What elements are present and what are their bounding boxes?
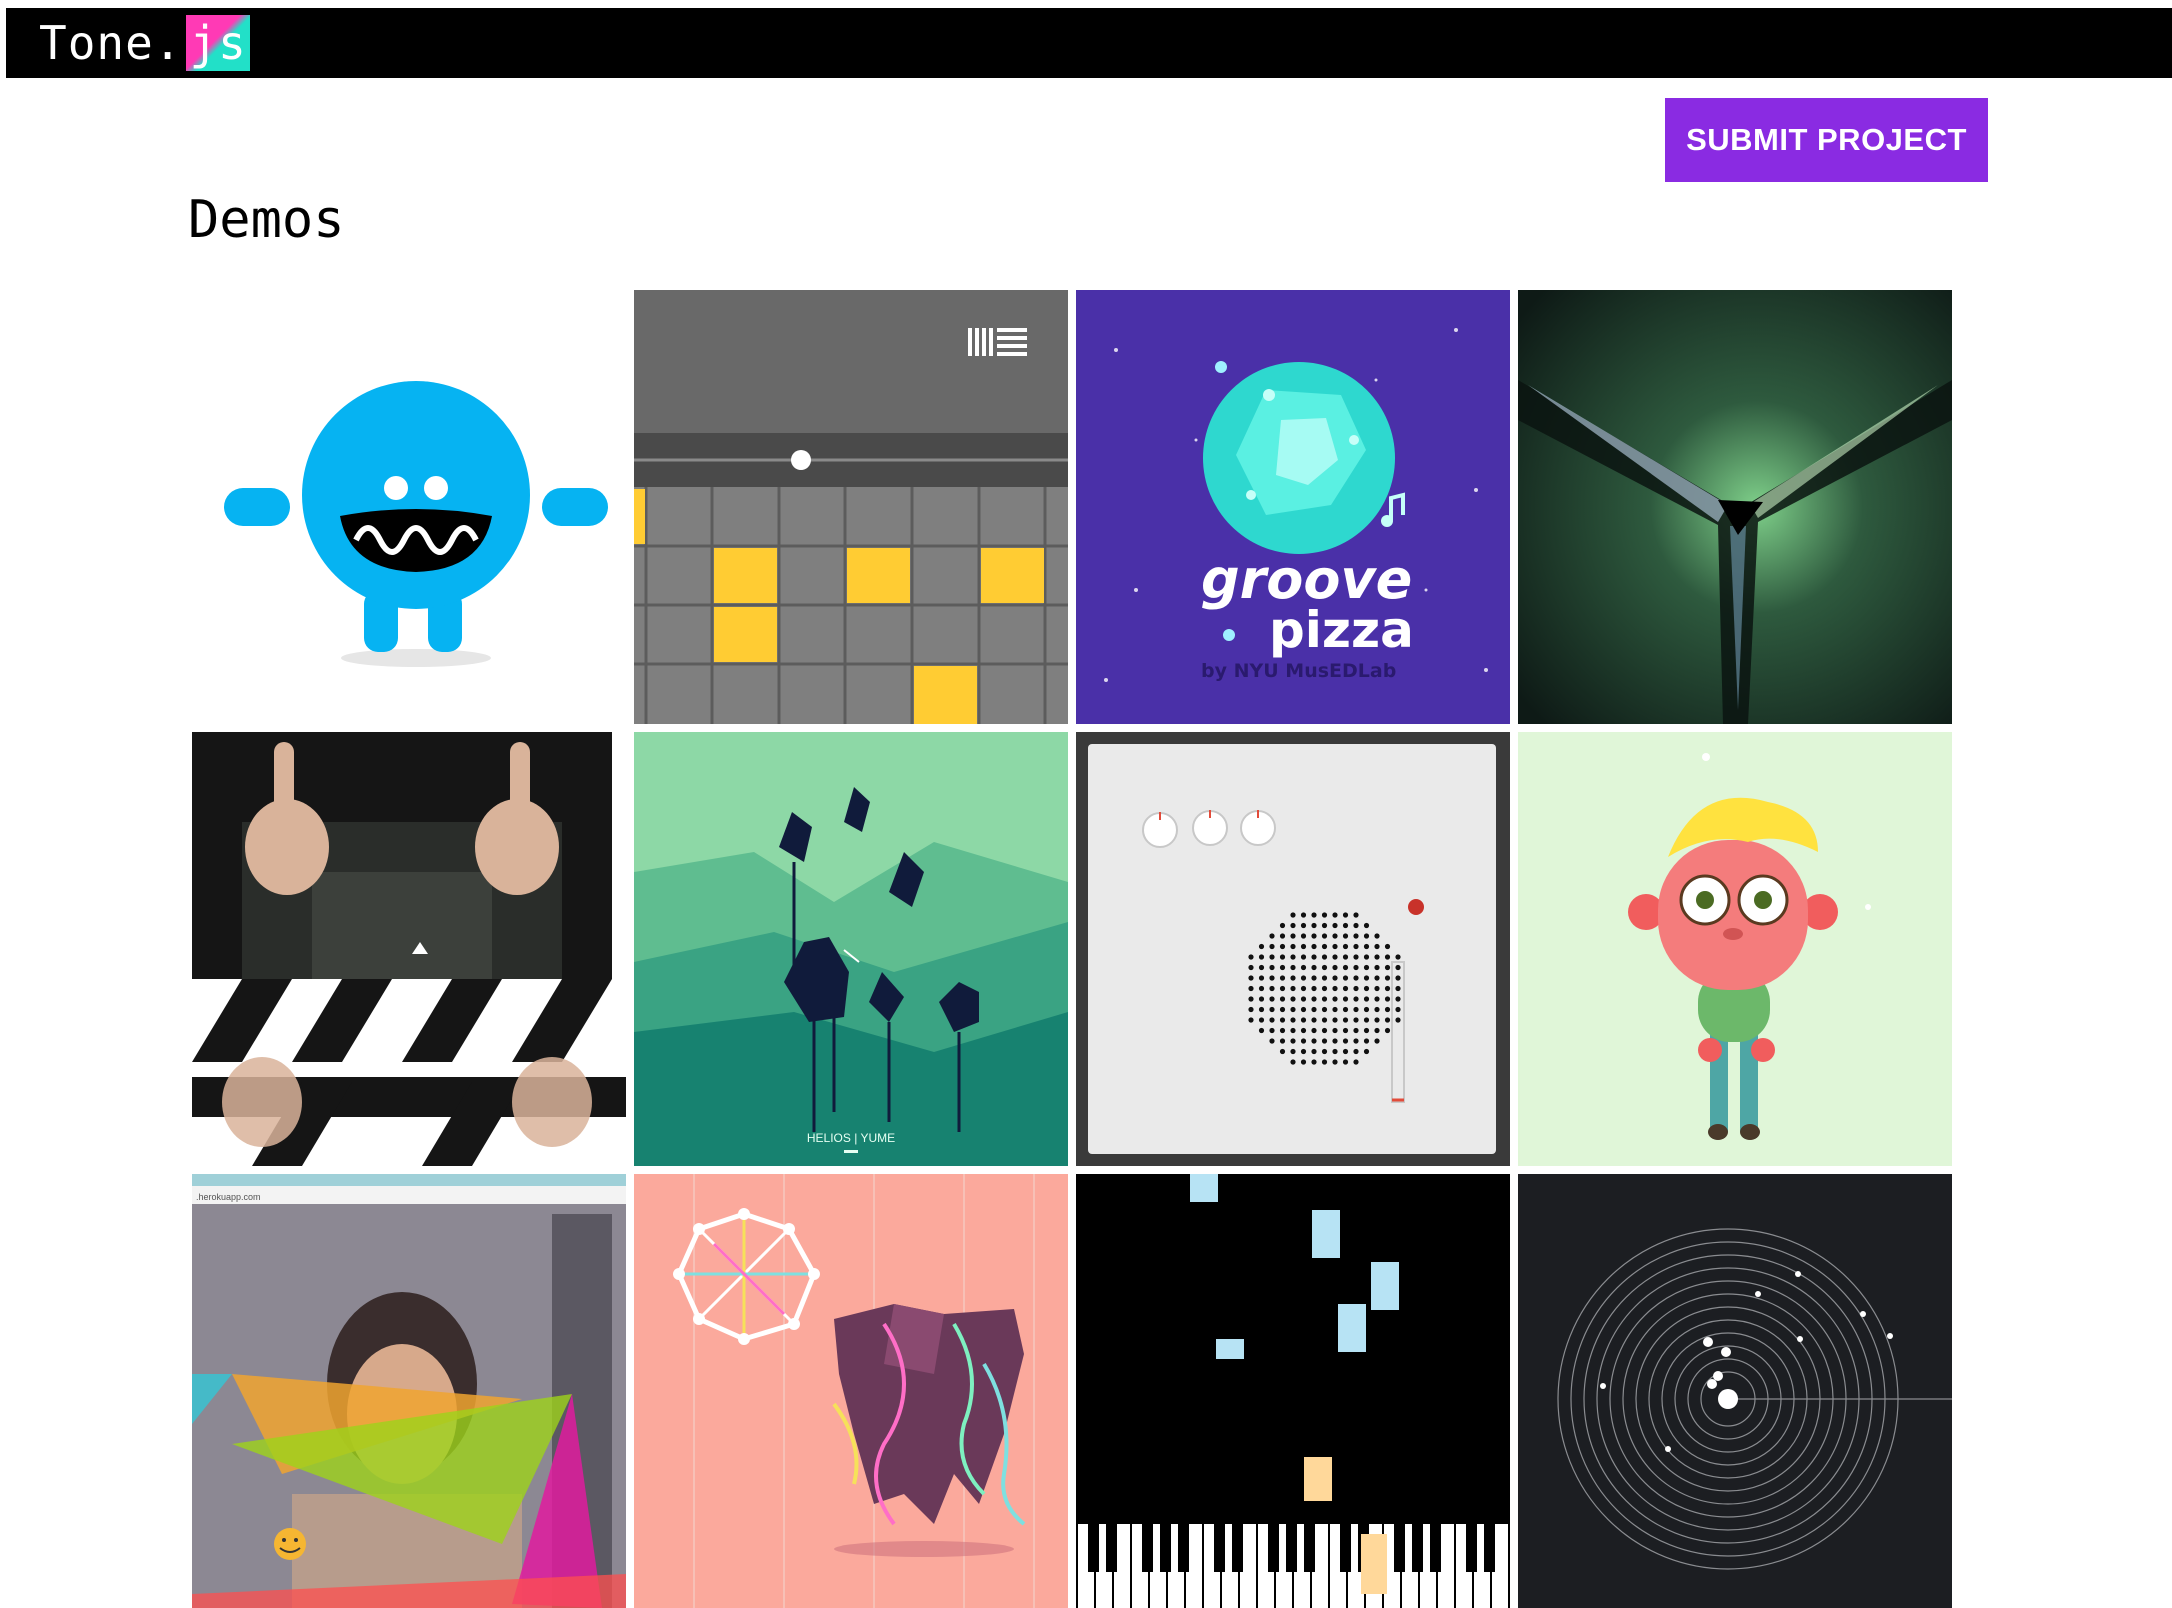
demo-tile-helios-yume[interactable]: HELIOS | YUME xyxy=(634,732,1068,1166)
submit-project-button[interactable]: SUBMIT PROJECT xyxy=(1665,98,1988,182)
webcam-triangles-thumbnail: .herokuapp.com xyxy=(192,1174,626,1608)
cartoon-character-thumbnail xyxy=(1518,732,1952,1166)
geometric-creature-thumbnail xyxy=(634,1174,1068,1608)
logo-text: Tone. xyxy=(39,16,183,70)
demo-tile-thumbs-up[interactable] xyxy=(192,732,626,1166)
demo-tile-groove-pizza[interactable]: groove pizza by NYU MusEDLab xyxy=(1076,290,1510,724)
top-bar: Tone. js xyxy=(6,8,2172,78)
demo-tile-blue-monster[interactable] xyxy=(192,290,626,724)
step-sequencer-thumbnail xyxy=(634,290,1068,724)
demo-tile-step-sequencer[interactable] xyxy=(634,290,1068,724)
radio-speaker-thumbnail xyxy=(1076,732,1510,1166)
blue-monster-thumbnail xyxy=(192,290,626,724)
groove-pizza-byline: by NYU MusEDLab xyxy=(1201,660,1396,682)
piano-falling-notes-thumbnail xyxy=(1076,1174,1510,1608)
logo-js-badge: js xyxy=(186,15,250,71)
demo-tile-orbit-circles[interactable] xyxy=(1518,1174,1952,1608)
demo-tile-cartoon-character[interactable] xyxy=(1518,732,1952,1166)
groove-pizza-thumbnail: groove pizza by NYU MusEDLab xyxy=(1076,290,1510,724)
demo-tile-piano-falling-notes[interactable] xyxy=(1076,1174,1510,1608)
demos-grid: groove pizza by NYU MusEDLab HELIOS | YU… xyxy=(192,290,1952,1608)
helios-caption: HELIOS | YUME xyxy=(807,1131,895,1145)
thumbs-up-thumbnail xyxy=(192,732,626,1166)
demo-tile-webcam-triangles[interactable]: .herokuapp.com xyxy=(192,1174,626,1608)
webcam-url: .herokuapp.com xyxy=(196,1192,261,1202)
prism-light-thumbnail xyxy=(1518,290,1952,724)
orbit-circles-thumbnail xyxy=(1518,1174,1952,1608)
demo-tile-prism-light[interactable] xyxy=(1518,290,1952,724)
demo-tile-radio-speaker[interactable] xyxy=(1076,732,1510,1166)
page-title: Demos xyxy=(188,190,345,250)
tonejs-logo[interactable]: Tone. js xyxy=(39,15,250,71)
pizza-text: pizza xyxy=(1269,601,1414,659)
demo-tile-geometric-creature[interactable] xyxy=(634,1174,1068,1608)
helios-yume-thumbnail: HELIOS | YUME xyxy=(634,732,1068,1166)
